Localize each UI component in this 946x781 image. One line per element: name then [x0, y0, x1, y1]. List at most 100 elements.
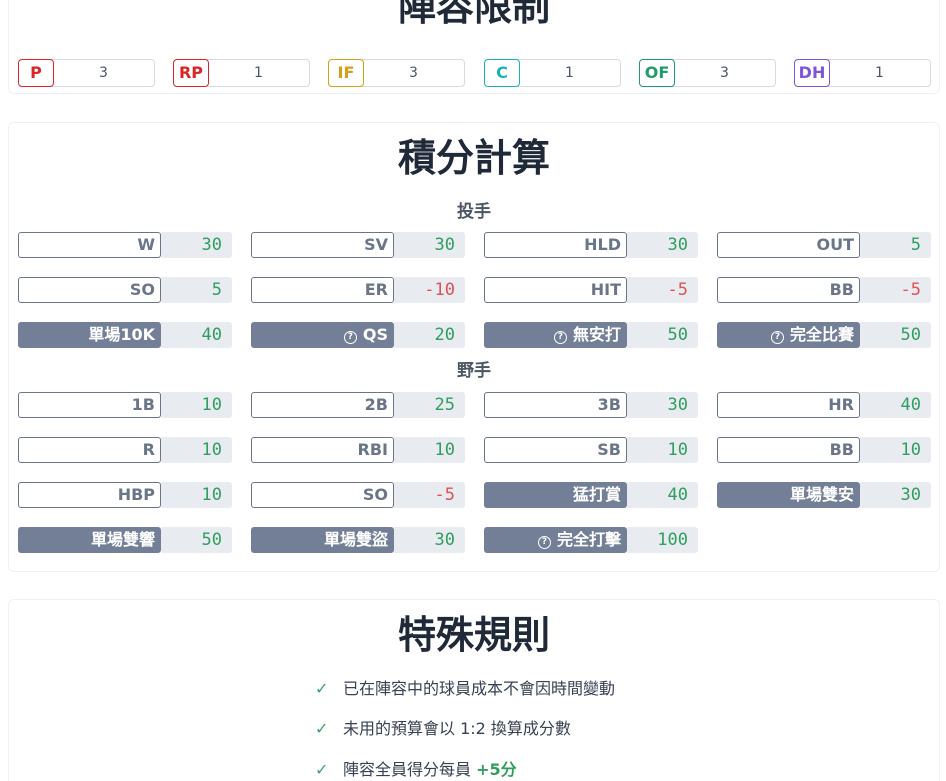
- score-item-text: 單場雙盜: [323, 530, 388, 549]
- score-item-text: 猛打賞: [572, 485, 621, 504]
- score-item-text: HIT: [590, 280, 621, 299]
- score-item[interactable]: ? 完全比賽 50: [717, 322, 931, 348]
- score-item-label: W: [18, 232, 161, 258]
- score-item-text: 單場雙響: [90, 530, 155, 549]
- score-item-label: 單場雙響: [18, 527, 161, 553]
- position-count: 3: [99, 65, 108, 81]
- score-item-value: 10: [161, 392, 232, 418]
- score-item-label: R: [18, 437, 161, 463]
- help-circle-icon[interactable]: ?: [343, 331, 357, 344]
- score-item-value: -5: [394, 482, 465, 508]
- score-item-text: 單場雙安: [789, 485, 854, 504]
- score-item-label: 1B: [18, 392, 161, 418]
- check-icon: ✓: [315, 719, 329, 738]
- rule-highlight: +5分: [476, 760, 517, 779]
- score-item-value: 10: [860, 437, 931, 463]
- score-item-label: ? 無安打: [484, 322, 627, 348]
- score-item: HR 40: [717, 392, 931, 418]
- score-item-text: SO: [362, 485, 388, 504]
- limit-if: IF 3: [328, 59, 465, 87]
- score-item-value: 50: [627, 322, 698, 348]
- score-item-value: 50: [860, 322, 931, 348]
- score-item: W 30: [18, 232, 232, 258]
- score-item-label: SO: [251, 482, 394, 508]
- score-item-text: SV: [364, 235, 388, 254]
- position-count: 3: [720, 65, 729, 81]
- score-item-label: 單場雙盜: [251, 527, 394, 553]
- score-item-label: ER: [251, 277, 394, 303]
- score-item-text: 3B: [597, 395, 621, 414]
- position-count: 1: [565, 65, 574, 81]
- score-item-text: QS: [362, 325, 388, 344]
- score-item-text: SB: [597, 440, 621, 459]
- score-item: SV 30: [251, 232, 465, 258]
- check-icon: ✓: [315, 760, 329, 779]
- score-item-label: HR: [717, 392, 860, 418]
- score-item-label: ? 完全比賽: [717, 322, 860, 348]
- score-item-value: 30: [627, 392, 698, 418]
- score-item-text: 完全打擊: [556, 530, 621, 549]
- score-item-label: HIT: [484, 277, 627, 303]
- help-circle-icon[interactable]: ?: [770, 331, 784, 344]
- help-circle-icon[interactable]: ?: [537, 536, 551, 549]
- position-badge: OF: [639, 59, 675, 87]
- score-item-text: 2B: [364, 395, 388, 414]
- score-item: 猛打賞 40: [484, 482, 698, 508]
- score-item-text: 單場10K: [88, 325, 155, 344]
- score-item-value: 10: [161, 482, 232, 508]
- score-item-value: 30: [394, 232, 465, 258]
- help-circle-icon[interactable]: ?: [553, 331, 567, 344]
- score-item-value: 20: [394, 322, 465, 348]
- score-item[interactable]: ? 完全打擊 100: [484, 527, 698, 553]
- score-item-value: 30: [161, 232, 232, 258]
- score-item-label: 單場10K: [18, 322, 161, 348]
- limit-of: OF 3: [639, 59, 776, 87]
- score-item-label: HLD: [484, 232, 627, 258]
- position-count: 3: [409, 65, 418, 81]
- score-item: 單場雙盜 30: [251, 527, 465, 553]
- score-item-text: 完全比賽: [789, 325, 854, 344]
- score-item: SO 5: [18, 277, 232, 303]
- score-item-value: -5: [860, 277, 931, 303]
- score-item-text: BB: [829, 280, 854, 299]
- score-item-text: SO: [129, 280, 155, 299]
- rule-text: 已在陣容中的球員成本不會因時間變動: [343, 679, 616, 698]
- score-item-value: 5: [161, 277, 232, 303]
- score-item: SO -5: [251, 482, 465, 508]
- limit-dh: DH 1: [794, 59, 931, 87]
- score-item: 單場10K 40: [18, 322, 232, 348]
- score-item-label: 2B: [251, 392, 394, 418]
- score-item: OUT 5: [717, 232, 931, 258]
- score-item[interactable]: ? QS 20: [251, 322, 465, 348]
- position-badge: C: [484, 59, 520, 87]
- score-item: 2B 25: [251, 392, 465, 418]
- score-item: 1B 10: [18, 392, 232, 418]
- score-item-value: 100: [627, 527, 698, 553]
- score-item-value: 40: [860, 392, 931, 418]
- score-item-value: 5: [860, 232, 931, 258]
- score-item-text: W: [137, 235, 155, 254]
- score-item-value: -5: [627, 277, 698, 303]
- limit-rp: RP 1: [173, 59, 310, 87]
- score-item-text: OUT: [816, 235, 854, 254]
- score-item[interactable]: ? 無安打 50: [484, 322, 698, 348]
- score-item-value: 30: [627, 232, 698, 258]
- score-item-label: 猛打賞: [484, 482, 627, 508]
- special-rules-title: 特殊規則: [397, 613, 550, 657]
- rule-item: ✓ 已在陣容中的球員成本不會因時間變動: [315, 677, 615, 701]
- score-item: R 10: [18, 437, 232, 463]
- score-item-value: 40: [627, 482, 698, 508]
- check-icon: ✓: [315, 679, 329, 698]
- score-item-text: 1B: [131, 395, 155, 414]
- score-item: HBP 10: [18, 482, 232, 508]
- score-item-value: 30: [394, 527, 465, 553]
- position-badge: IF: [328, 59, 364, 87]
- position-count: 1: [254, 65, 263, 81]
- rule-text: 陣容全員得分每員: [343, 760, 477, 779]
- score-item-text: HBP: [117, 485, 155, 504]
- score-item-label: SB: [484, 437, 627, 463]
- scoring-title: 積分計算: [397, 136, 550, 180]
- position-badge: DH: [794, 59, 830, 87]
- score-item-value: 10: [627, 437, 698, 463]
- score-item-label: BB: [717, 277, 860, 303]
